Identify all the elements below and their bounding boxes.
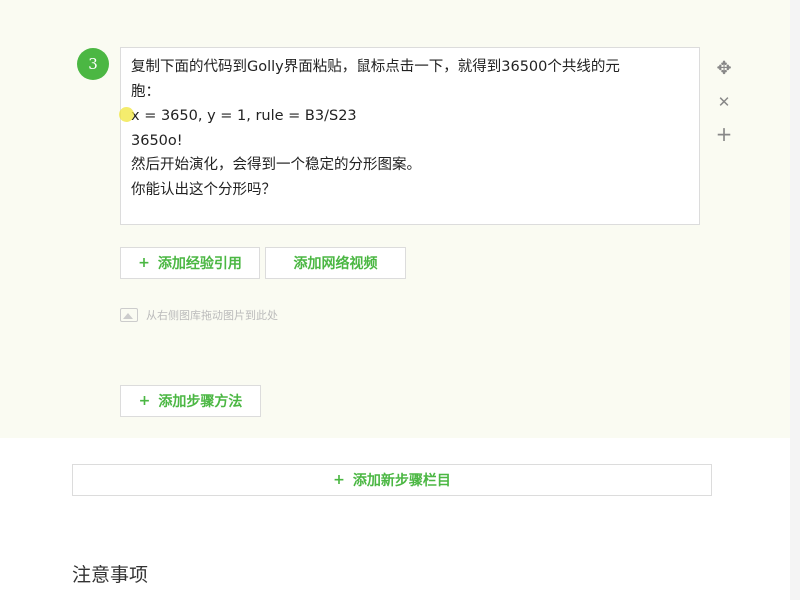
drop-hint-text: 从右侧图库拖动图片到此处 [146, 309, 278, 322]
plus-icon: + [138, 255, 150, 271]
editor-line: x = 3650, y = 1, rule = B3/S23 [131, 108, 357, 124]
plus-icon: + [138, 393, 151, 409]
editor-line: 复制下面的代码到Golly界面粘贴，鼠标点击一下，就得到36500个共线的元 [131, 59, 620, 75]
add-experience-reference-button[interactable]: + 添加经验引用 [120, 247, 260, 279]
button-label: 添加新步骤栏目 [352, 473, 451, 489]
move-icon[interactable]: ✥ [714, 58, 734, 79]
button-label: 添加网络视频 [293, 256, 378, 272]
add-new-step-column-button[interactable]: + 添加新步骤栏目 [72, 464, 712, 496]
step-text-editor[interactable]: 复制下面的代码到Golly界面粘贴，鼠标点击一下，就得到36500个共线的元 胞… [120, 47, 700, 225]
button-label: 添加经验引用 [157, 256, 242, 272]
add-web-video-button[interactable]: 添加网络视频 [265, 247, 406, 279]
close-icon[interactable]: ✕ [714, 92, 734, 112]
editor-line: 胞： [131, 83, 160, 100]
image-icon [120, 308, 138, 322]
editor-line: 3650o! [131, 132, 183, 149]
mouse-cursor-highlight [119, 107, 134, 122]
button-label: 添加步骤方法 [158, 394, 243, 410]
plus-icon[interactable]: + [714, 122, 734, 146]
image-drop-hint: 从右侧图库拖动图片到此处 [120, 306, 278, 324]
notes-section-title: 注意事项 [72, 564, 149, 586]
editor-line: 你能认出这个分形吗？ [131, 181, 276, 198]
plus-icon: + [333, 472, 345, 488]
add-step-method-button[interactable]: + 添加步骤方法 [120, 385, 261, 417]
step-number-badge: 3 [77, 48, 109, 80]
scrollbar-track[interactable] [790, 0, 800, 600]
editor-line: 然后开始演化，会得到一个稳定的分形图案。 [131, 157, 421, 173]
